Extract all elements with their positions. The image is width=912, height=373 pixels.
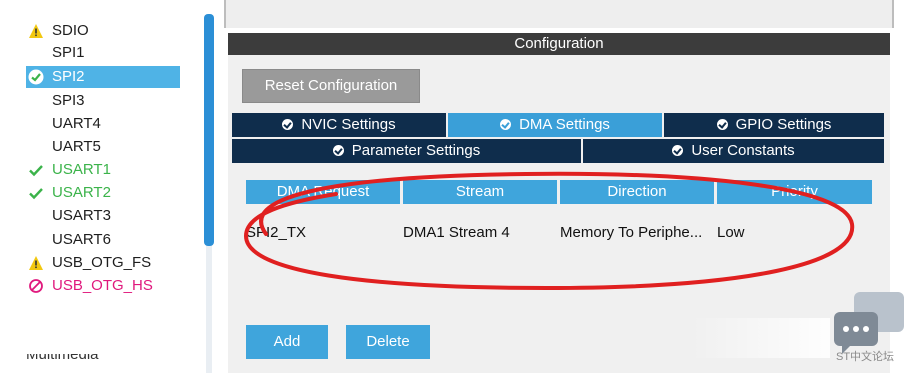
peripheral-label: USB_OTG_HS xyxy=(52,277,153,294)
column-header-dma-request[interactable]: DMA Request xyxy=(246,180,400,204)
tab-nvic-settings[interactable]: NVIC Settings xyxy=(232,113,446,137)
peripheral-label: UART4 xyxy=(52,115,101,132)
tab-gpio-settings[interactable]: GPIO Settings xyxy=(664,113,884,137)
tab-label: User Constants xyxy=(691,142,795,159)
check-circle-icon xyxy=(672,145,684,156)
list-scrollbar-thumb[interactable] xyxy=(204,14,214,246)
category-multimedia[interactable]: Multimedia xyxy=(26,354,99,366)
peripheral-item-uart4[interactable]: UART4 xyxy=(26,113,180,135)
checkmark-icon xyxy=(29,165,43,177)
list-scrollbar-track[interactable] xyxy=(206,246,212,373)
cell-stream: DMA1 Stream 4 xyxy=(403,224,510,241)
watermark-fade xyxy=(690,318,830,358)
peripheral-item-spi2[interactable]: SPI2 xyxy=(26,66,180,88)
peripheral-label: USART2 xyxy=(52,184,111,201)
reset-configuration-button[interactable]: Reset Configuration xyxy=(242,69,420,103)
tab-label: GPIO Settings xyxy=(735,116,832,133)
peripheral-label: SPI3 xyxy=(52,92,85,109)
tab-user-constants[interactable]: User Constants xyxy=(583,139,884,163)
peripheral-list: SDIO SPI1 SPI2 SPI3 UART4 UART5 USART1 U… xyxy=(0,0,200,373)
peripheral-label: UART5 xyxy=(52,138,101,155)
tab-row-1: NVIC Settings DMA Settings GPIO Settings xyxy=(232,113,884,137)
table-row[interactable]: SPI2_TX DMA1 Stream 4 Memory To Periphe.… xyxy=(246,221,872,245)
mode-panel-bottom xyxy=(224,0,894,28)
cell-direction: Memory To Periphe... xyxy=(560,224,703,241)
check-circle-icon xyxy=(282,119,294,130)
peripheral-item-usb-otg-hs[interactable]: USB_OTG_HS xyxy=(26,275,180,297)
cell-dma-request: SPI2_TX xyxy=(246,224,307,241)
tab-dma-settings[interactable]: DMA Settings xyxy=(448,113,662,137)
warning-icon xyxy=(29,24,43,38)
delete-button[interactable]: Delete xyxy=(346,325,430,359)
peripheral-label: USART6 xyxy=(52,231,111,248)
peripheral-item-uart5[interactable]: UART5 xyxy=(26,136,180,158)
checkmark-icon xyxy=(29,188,43,200)
configuration-header: Configuration xyxy=(228,33,890,55)
cell-priority: Low xyxy=(717,224,745,241)
tab-row-2: Parameter Settings User Constants xyxy=(232,139,884,163)
column-header-direction[interactable]: Direction xyxy=(560,180,714,204)
peripheral-item-spi1[interactable]: SPI1 xyxy=(26,42,180,64)
peripheral-label: SDIO xyxy=(52,22,89,39)
watermark-text: ST中文论坛 xyxy=(836,351,895,363)
column-header-priority[interactable]: Priority xyxy=(717,180,872,204)
warning-icon xyxy=(29,256,43,270)
peripheral-item-sdio[interactable]: SDIO xyxy=(26,20,180,42)
peripheral-label: SPI2 xyxy=(52,68,85,85)
peripheral-label: USART3 xyxy=(52,207,111,224)
disabled-icon xyxy=(29,279,43,293)
peripheral-label: SPI1 xyxy=(52,44,85,61)
check-circle-icon xyxy=(28,69,44,85)
add-button[interactable]: Add xyxy=(246,325,328,359)
peripheral-item-usb-otg-fs[interactable]: USB_OTG_FS xyxy=(26,252,180,274)
tab-label: DMA Settings xyxy=(519,116,610,133)
tab-parameter-settings[interactable]: Parameter Settings xyxy=(232,139,581,163)
peripheral-item-spi3[interactable]: SPI3 xyxy=(26,90,180,112)
peripheral-label: USART1 xyxy=(52,161,111,178)
check-circle-icon xyxy=(716,119,728,130)
peripheral-item-usart3[interactable]: USART3 xyxy=(26,205,180,227)
tab-label: NVIC Settings xyxy=(301,116,396,133)
peripheral-item-usart1[interactable]: USART1 xyxy=(26,159,180,181)
peripheral-item-usart2[interactable]: USART2 xyxy=(26,182,180,204)
column-header-stream[interactable]: Stream xyxy=(403,180,557,204)
peripheral-item-usart6[interactable]: USART6 xyxy=(26,229,180,251)
check-circle-icon xyxy=(332,145,344,156)
tab-label: Parameter Settings xyxy=(351,142,481,159)
check-circle-icon xyxy=(500,119,512,130)
peripheral-label: USB_OTG_FS xyxy=(52,254,152,271)
